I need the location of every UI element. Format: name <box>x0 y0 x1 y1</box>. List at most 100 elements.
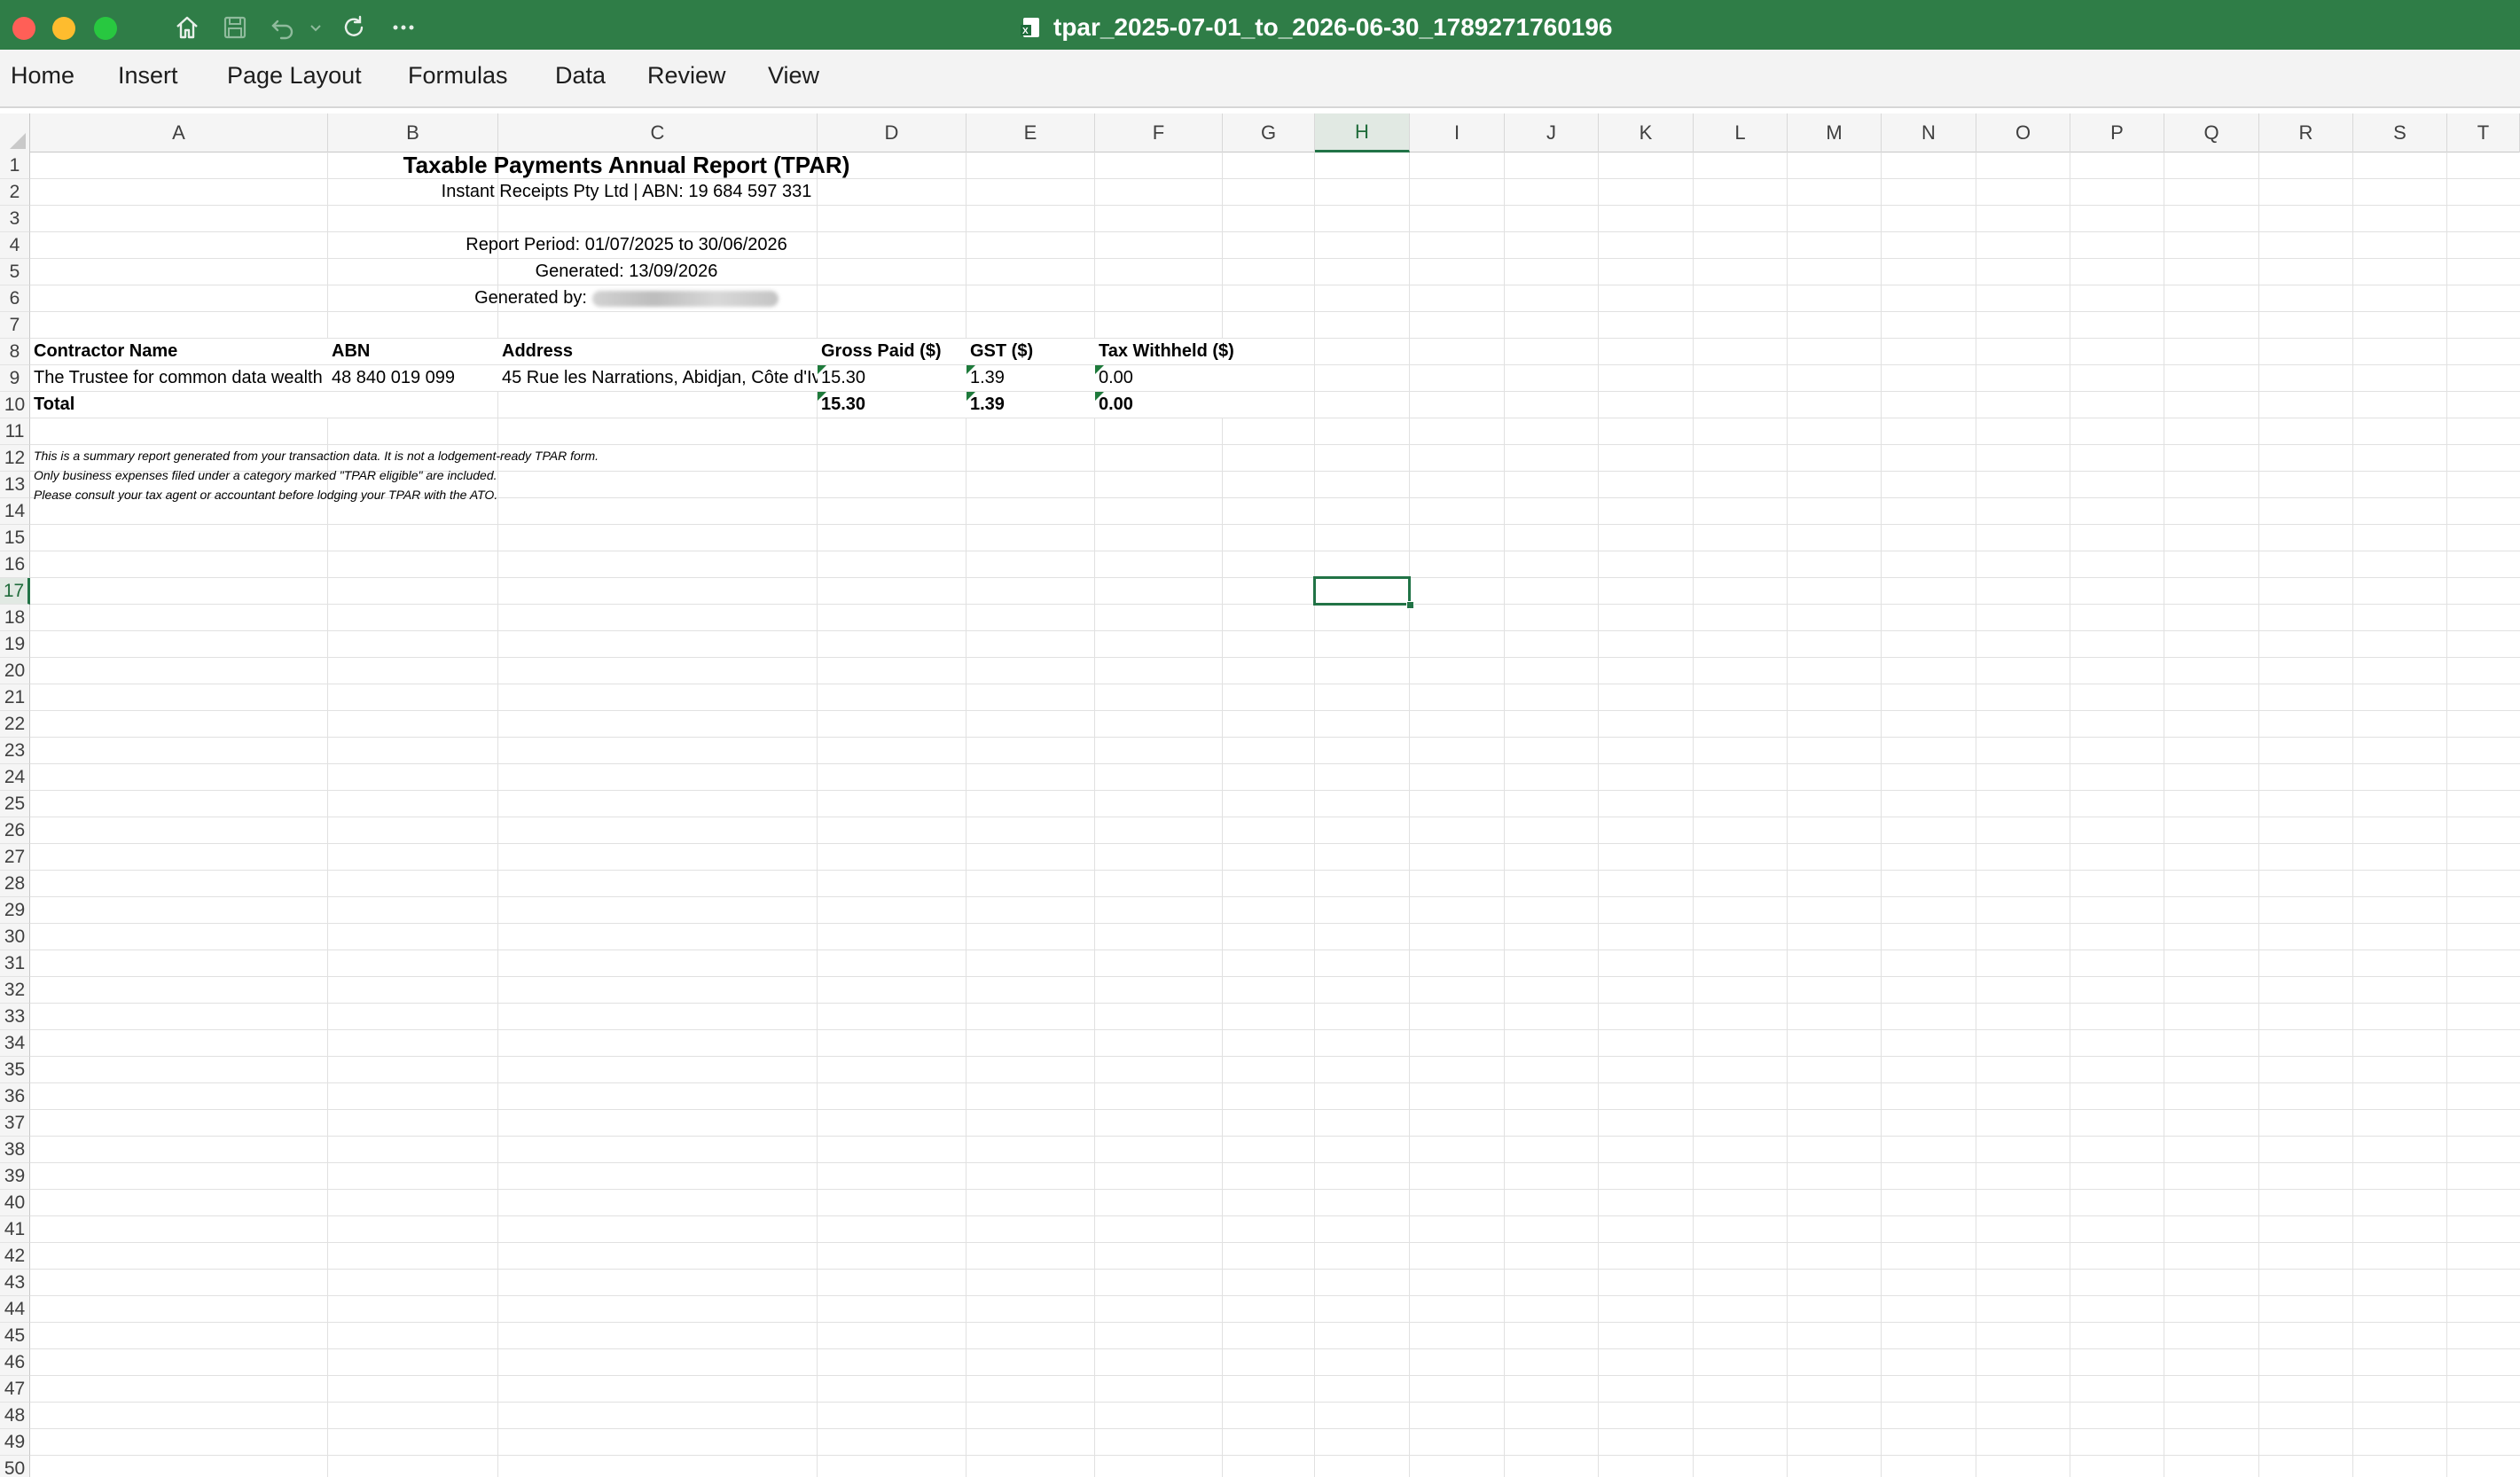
row-header-2[interactable]: 2 <box>0 179 30 206</box>
column-header-r[interactable]: R <box>2259 113 2353 152</box>
save-icon[interactable] <box>220 12 250 43</box>
row-header-14[interactable]: 14 <box>0 498 30 525</box>
row-header-30[interactable]: 30 <box>0 924 30 950</box>
cell-total-label[interactable]: Total <box>30 392 328 418</box>
row-header-15[interactable]: 15 <box>0 525 30 551</box>
row-header-20[interactable]: 20 <box>0 658 30 684</box>
row-header-50[interactable]: 50 <box>0 1456 30 1477</box>
cell-address[interactable]: 45 Rue les Narrations, Abidjan, Côte d'I… <box>498 365 818 391</box>
tab-page-layout[interactable]: Page Layout <box>227 62 362 90</box>
header-contractor-name[interactable]: Contractor Name <box>30 339 328 364</box>
column-header-d[interactable]: D <box>818 113 967 152</box>
row-header-16[interactable]: 16 <box>0 551 30 578</box>
header-tax-withheld[interactable]: Tax Withheld ($) <box>1095 339 1234 364</box>
report-period[interactable]: Report Period: 01/07/2025 to 30/06/2026 <box>30 232 1223 258</box>
row-header-40[interactable]: 40 <box>0 1190 30 1216</box>
undo-icon[interactable] <box>268 12 298 43</box>
cell-gross-paid[interactable]: 15.30 <box>818 365 967 391</box>
row-header-9[interactable]: 9 <box>0 365 30 392</box>
zoom-window-button[interactable] <box>94 17 117 40</box>
header-address[interactable]: Address <box>498 339 818 364</box>
column-header-g[interactable]: G <box>1223 113 1315 152</box>
row-header-38[interactable]: 38 <box>0 1137 30 1163</box>
row-header-33[interactable]: 33 <box>0 1004 30 1030</box>
row-header-21[interactable]: 21 <box>0 684 30 711</box>
undo-dropdown-chevron-icon[interactable] <box>309 12 323 43</box>
row-header-25[interactable]: 25 <box>0 791 30 817</box>
row-header-8[interactable]: 8 <box>0 339 30 365</box>
row-header-24[interactable]: 24 <box>0 764 30 791</box>
row-header-10[interactable]: 10 <box>0 392 30 418</box>
row-header-6[interactable]: 6 <box>0 285 30 312</box>
tab-formulas[interactable]: Formulas <box>408 62 508 90</box>
row-header-19[interactable]: 19 <box>0 631 30 658</box>
row-header-11[interactable]: 11 <box>0 418 30 445</box>
row-header-4[interactable]: 4 <box>0 232 30 259</box>
tab-view[interactable]: View <box>768 62 819 90</box>
cell-total-gst[interactable]: 1.39 <box>967 392 1095 418</box>
row-header-45[interactable]: 45 <box>0 1323 30 1349</box>
cell-contractor-name[interactable]: The Trustee for common data wealth <box>30 365 328 391</box>
row-header-44[interactable]: 44 <box>0 1296 30 1323</box>
home-icon[interactable] <box>172 12 202 43</box>
note-line-2[interactable]: Only business expenses filed under a cat… <box>30 466 828 484</box>
column-header-t[interactable]: T <box>2447 113 2520 152</box>
row-header-49[interactable]: 49 <box>0 1429 30 1456</box>
more-options-icon[interactable] <box>388 12 419 43</box>
header-abn[interactable]: ABN <box>328 339 498 364</box>
redo-icon[interactable] <box>339 12 369 43</box>
generated-date[interactable]: Generated: 13/09/2026 <box>30 259 1223 285</box>
row-header-28[interactable]: 28 <box>0 871 30 897</box>
column-header-a[interactable]: A <box>30 113 328 152</box>
row-header-13[interactable]: 13 <box>0 472 30 498</box>
fill-handle[interactable] <box>1406 601 1414 609</box>
row-header-12[interactable]: 12 <box>0 445 30 472</box>
cell-abn[interactable]: 48 840 019 099 <box>328 365 498 391</box>
row-header-34[interactable]: 34 <box>0 1030 30 1057</box>
row-header-43[interactable]: 43 <box>0 1270 30 1296</box>
header-gross-paid[interactable]: Gross Paid ($) <box>818 339 967 364</box>
row-header-31[interactable]: 31 <box>0 950 30 977</box>
row-header-22[interactable]: 22 <box>0 711 30 738</box>
column-header-j[interactable]: J <box>1505 113 1599 152</box>
report-title[interactable]: Taxable Payments Annual Report (TPAR) <box>30 152 1223 178</box>
row-header-7[interactable]: 7 <box>0 312 30 339</box>
column-header-f[interactable]: F <box>1095 113 1223 152</box>
row-header-42[interactable]: 42 <box>0 1243 30 1270</box>
generated-by[interactable]: Generated by: <box>30 285 1223 311</box>
tab-home[interactable]: Home <box>11 62 74 90</box>
select-all-corner[interactable] <box>0 113 30 152</box>
row-header-35[interactable]: 35 <box>0 1057 30 1083</box>
cell-total-tax-withheld[interactable]: 0.00 <box>1095 392 1223 418</box>
row-header-29[interactable]: 29 <box>0 897 30 924</box>
column-header-p[interactable]: P <box>2070 113 2164 152</box>
column-header-c[interactable]: C <box>498 113 818 152</box>
close-window-button[interactable] <box>12 17 35 40</box>
cell-gst[interactable]: 1.39 <box>967 365 1095 391</box>
column-header-q[interactable]: Q <box>2164 113 2259 152</box>
row-header-1[interactable]: 1 <box>0 152 30 179</box>
row-header-46[interactable]: 46 <box>0 1349 30 1376</box>
cell-total-gross[interactable]: 15.30 <box>818 392 967 418</box>
row-header-48[interactable]: 48 <box>0 1403 30 1429</box>
tab-data[interactable]: Data <box>555 62 606 90</box>
row-header-36[interactable]: 36 <box>0 1083 30 1110</box>
row-header-23[interactable]: 23 <box>0 738 30 764</box>
column-header-h[interactable]: H <box>1315 113 1410 152</box>
column-header-i[interactable]: I <box>1410 113 1505 152</box>
company-line[interactable]: Instant Receipts Pty Ltd | ABN: 19 684 5… <box>30 179 1223 205</box>
row-header-32[interactable]: 32 <box>0 977 30 1004</box>
row-header-41[interactable]: 41 <box>0 1216 30 1243</box>
row-header-37[interactable]: 37 <box>0 1110 30 1137</box>
column-header-k[interactable]: K <box>1599 113 1694 152</box>
row-header-18[interactable]: 18 <box>0 605 30 631</box>
header-gst[interactable]: GST ($) <box>967 339 1095 364</box>
row-header-3[interactable]: 3 <box>0 206 30 232</box>
row-header-26[interactable]: 26 <box>0 817 30 844</box>
column-header-s[interactable]: S <box>2353 113 2447 152</box>
column-header-o[interactable]: O <box>1976 113 2070 152</box>
column-header-m[interactable]: M <box>1788 113 1882 152</box>
note-line-3[interactable]: Please consult your tax agent or account… <box>30 486 828 504</box>
column-header-l[interactable]: L <box>1694 113 1788 152</box>
row-header-17[interactable]: 17 <box>0 578 30 605</box>
